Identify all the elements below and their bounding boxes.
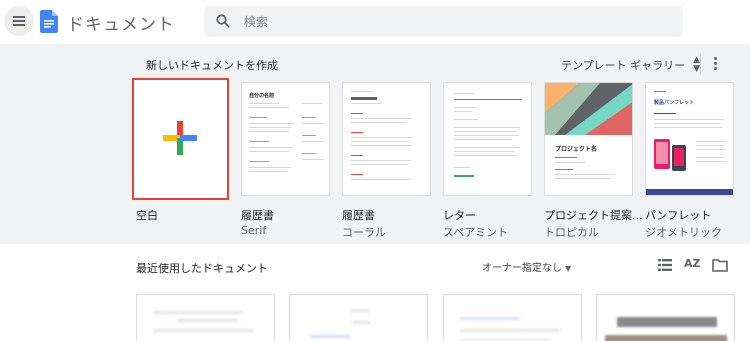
template-name: パンフレット <box>645 209 712 222</box>
owner-filter-label: オーナー指定なし <box>482 263 562 274</box>
dropdown-arrow-icon: ▼ <box>565 264 572 273</box>
template-subtitle: コーラル <box>342 226 386 239</box>
template-subtitle: スペアミント <box>443 226 509 239</box>
template-subtitle: Serif <box>241 224 267 237</box>
template-brochure-geometric[interactable]: 製品パンフレット パンフレット ジオメトリック <box>645 82 734 240</box>
top-app-bar: ドキュメント <box>0 0 750 44</box>
new-document-section-title: 新しいドキュメントを作成 <box>146 59 278 72</box>
more-options-button[interactable] <box>709 54 721 72</box>
folder-icon[interactable] <box>712 258 728 272</box>
template-panel: 新しいドキュメントを作成 テンプレート ギャラリー ▲ ▼ 空白 自分の名前 履… <box>0 44 750 244</box>
search-icon[interactable] <box>216 14 230 28</box>
search-input[interactable] <box>244 6 664 37</box>
template-gallery-label: テンプレート ギャラリー <box>561 59 686 72</box>
template-name: レター <box>443 209 476 222</box>
owner-filter-dropdown[interactable]: オーナー指定なし ▼ <box>482 259 571 274</box>
template-name: 履歴書 <box>241 209 274 222</box>
template-name: 空白 <box>136 209 158 222</box>
template-project-proposal-tropical[interactable]: プロジェクト名 プロジェクト提案... トロピカル <box>544 82 643 240</box>
template-blank[interactable]: 空白 <box>132 78 229 223</box>
template-thumbnail[interactable]: プロジェクト名 <box>544 82 633 196</box>
recent-documents-title: 最近使用したドキュメント <box>136 262 268 275</box>
list-view-icon[interactable] <box>657 258 673 272</box>
recent-document-card[interactable] <box>289 294 428 341</box>
template-resume-coral[interactable]: 履歴書 コーラル <box>342 82 431 240</box>
hamburger-menu-icon <box>13 16 25 26</box>
plus-icon <box>163 121 197 155</box>
recent-document-card[interactable] <box>596 294 735 341</box>
template-resume-serif[interactable]: 自分の名前 履歴書 Serif <box>241 82 330 237</box>
template-heading: プロジェクト名 <box>555 146 598 153</box>
template-thumbnail[interactable] <box>443 82 532 196</box>
recent-document-card[interactable] <box>443 294 582 341</box>
template-name: 履歴書 <box>342 209 375 222</box>
template-name: プロジェクト提案... <box>544 209 643 222</box>
recent-document-card[interactable] <box>136 294 275 341</box>
template-thumbnail[interactable] <box>132 78 229 200</box>
template-thumbnail[interactable]: 製品パンフレット <box>645 82 734 196</box>
template-thumbnail[interactable] <box>342 82 431 196</box>
app-title[interactable]: ドキュメント <box>67 10 175 35</box>
main-menu-button[interactable] <box>4 6 34 36</box>
search-bar[interactable] <box>204 6 683 37</box>
template-subtitle: ジオメトリック <box>645 226 722 239</box>
template-heading: 自分の名前 <box>249 93 275 99</box>
divider <box>700 54 701 74</box>
phone-image <box>654 139 686 171</box>
more-vert-icon <box>713 56 717 60</box>
template-gallery-button[interactable]: テンプレート ギャラリー ▲ ▼ <box>561 56 700 74</box>
sort-az-icon[interactable]: AZ <box>684 257 701 270</box>
template-subtitle: トロピカル <box>544 226 599 239</box>
docs-logo-icon[interactable] <box>40 10 58 33</box>
template-heading: 製品パンフレット <box>654 100 695 106</box>
tropical-header-graphic <box>545 83 632 135</box>
template-thumbnail[interactable]: 自分の名前 <box>241 82 330 196</box>
recent-documents-section: 最近使用したドキュメント オーナー指定なし ▼ AZ <box>0 244 750 341</box>
template-letter-spearmint[interactable]: レター スペアミント <box>443 82 532 240</box>
